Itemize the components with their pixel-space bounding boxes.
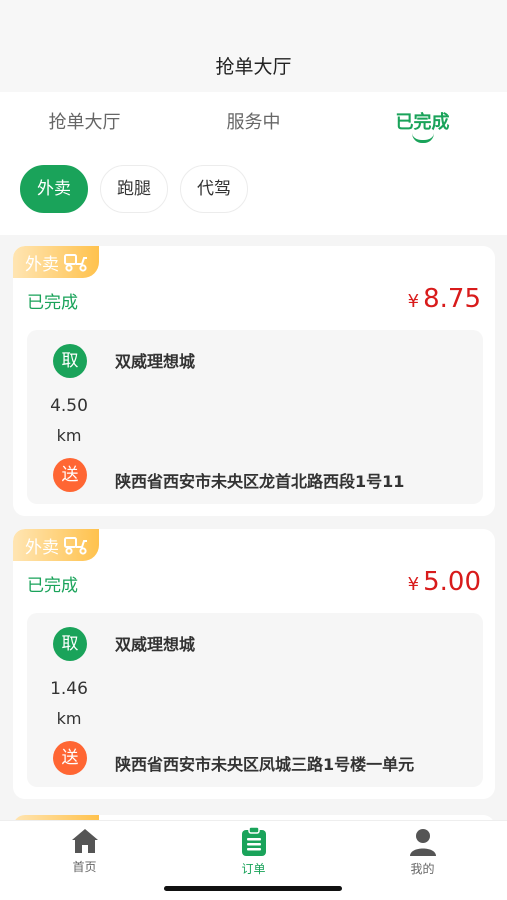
price-value: 5.00 <box>423 567 481 597</box>
distance-value: 1.46 <box>50 679 88 699</box>
order-card[interactable]: 外卖 已完成 ¥5.00 取 双威理想城 1.46 km 送 陕西省西安市未央区… <box>13 529 495 799</box>
order-price: ¥5.00 <box>408 567 481 597</box>
distance-unit: km <box>56 426 82 445</box>
order-status: 已完成 <box>27 576 78 596</box>
order-price: ¥8.75 <box>408 284 481 314</box>
chip-takeout[interactable]: 外卖 <box>20 165 88 213</box>
distance-value: 4.50 <box>50 396 88 416</box>
app-screen: 抢单大厅 抢单大厅 服务中 已完成 外卖 跑腿 代驾 外卖 已完成 ¥8.75 <box>0 0 507 900</box>
user-icon <box>409 829 436 856</box>
price-value: 8.75 <box>423 284 481 314</box>
tabbar-profile-label: 我的 <box>410 862 435 876</box>
order-status: 已完成 <box>27 293 78 313</box>
tabbar-home[interactable]: 首页 <box>0 821 169 900</box>
pickup-name: 双威理想城 <box>115 352 196 371</box>
order-type-tag: 外卖 <box>13 529 99 561</box>
dropoff-address: 陕西省西安市未央区凤城三路1号楼一单元 <box>115 755 415 774</box>
dropoff-badge: 送 <box>53 458 87 492</box>
pickup-badge: 取 <box>53 627 87 661</box>
tabbar-orders-label: 订单 <box>241 862 266 876</box>
order-card[interactable]: 外卖 已完成 ¥8.75 取 双威理想城 4.50 km 送 陕西省西安市未央区… <box>13 246 495 516</box>
tab-in-service[interactable]: 服务中 <box>169 92 338 155</box>
page-title: 抢单大厅 <box>215 56 292 78</box>
order-type-label: 外卖 <box>25 254 59 275</box>
address-panel: 取 双威理想城 1.46 km 送 陕西省西安市未央区凤城三路1号楼一单元 <box>27 613 483 787</box>
scooter-icon <box>64 537 87 555</box>
dropoff-address: 陕西省西安市未央区龙首北路西段1号11 <box>115 472 405 491</box>
scooter-icon <box>64 254 87 272</box>
chip-errand[interactable]: 跑腿 <box>100 165 168 213</box>
order-type-label: 外卖 <box>25 537 59 558</box>
nav-header: 抢单大厅 <box>0 0 507 92</box>
chip-driver[interactable]: 代驾 <box>180 165 248 213</box>
home-indicator <box>164 886 342 891</box>
pickup-badge: 取 <box>53 344 87 378</box>
category-chips: 外卖 跑腿 代驾 <box>0 155 507 235</box>
pickup-name: 双威理想城 <box>115 635 196 654</box>
currency-symbol: ¥ <box>407 574 420 595</box>
tab-completed[interactable]: 已完成 <box>338 92 507 155</box>
home-icon <box>71 829 98 853</box>
dropoff-badge: 送 <box>53 741 87 775</box>
order-clipboard-icon <box>241 827 266 856</box>
distance-unit: km <box>56 709 82 728</box>
tabbar-profile[interactable]: 我的 <box>338 821 507 900</box>
status-tabs: 抢单大厅 服务中 已完成 <box>0 92 507 155</box>
tab-completed-label: 已完成 <box>395 112 450 133</box>
tab-grab-hall[interactable]: 抢单大厅 <box>0 92 169 155</box>
tabbar-home-label: 首页 <box>72 860 97 874</box>
order-type-tag: 外卖 <box>13 246 99 278</box>
currency-symbol: ¥ <box>407 291 420 312</box>
address-panel: 取 双威理想城 4.50 km 送 陕西省西安市未央区龙首北路西段1号11 <box>27 330 483 504</box>
active-tab-indicator <box>411 133 434 143</box>
